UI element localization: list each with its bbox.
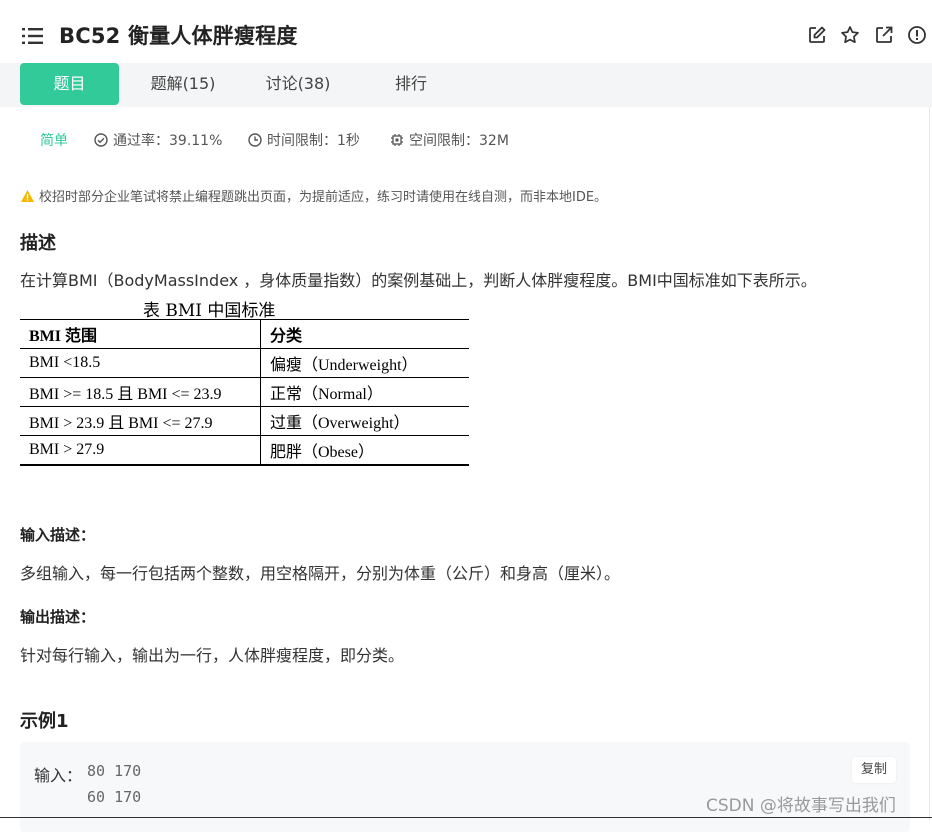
tab-solutions[interactable]: 题解(15) (133, 63, 233, 105)
example-box: 输入： 80 170 60 170 复制 (20, 742, 910, 832)
check-circle-icon (94, 133, 108, 147)
table-cell: 正常（Normal） (260, 377, 469, 407)
watermark: CSDN @将故事写出我们 (706, 796, 896, 816)
exam-notice: 校招时部分企业笔试将禁止编程题跳出页面，为提前适应，练习时请使用在线自测，而非本… (20, 186, 607, 205)
content-border (929, 107, 930, 820)
star-icon[interactable] (840, 25, 860, 45)
tab-discussion[interactable]: 讨论(38) (248, 63, 348, 105)
table-cell: 肥胖（Obese） (260, 435, 469, 466)
table-cell: 过重（Overweight） (260, 406, 469, 436)
pass-rate: 通过率：39.11% (94, 130, 222, 150)
output-desc-heading: 输出描述： (20, 608, 96, 626)
table-row: BMI >= 18.5 且 BMI <= 23.9 正常（Normal） (20, 377, 469, 407)
bmi-table-caption: 表 BMI 中国标准 (143, 301, 276, 321)
share-icon[interactable] (874, 25, 894, 45)
table-header-cell: 分类 (260, 319, 469, 349)
report-icon[interactable] (907, 25, 927, 45)
time-limit-text: 时间限制：1秒 (267, 133, 360, 149)
table-row: BMI > 23.9 且 BMI <= 27.9 过重（Overweight） (20, 406, 469, 436)
table-cell: BMI > 23.9 且 BMI <= 27.9 (20, 406, 261, 436)
edit-icon[interactable] (807, 25, 827, 45)
table-row: BMI > 27.9 肥胖（Obese） (20, 435, 469, 466)
notice-text: 校招时部分企业笔试将禁止编程题跳出页面，为提前适应，练习时请使用在线自测，而非本… (39, 190, 608, 205)
list-menu-icon[interactable] (22, 27, 44, 45)
problem-meta: 简单 通过率：39.11% 时间限制：1秒 空间限制：32M (0, 130, 932, 150)
warning-icon (21, 189, 34, 202)
table-header-row: BMI 范围 分类 (20, 319, 469, 349)
problem-title: BC52 衡量人体胖瘦程度 (59, 24, 298, 48)
example-input-line: 80 170 (87, 762, 142, 780)
difficulty-label: 简单 (40, 133, 68, 149)
bmi-standard-table: BMI 范围 分类 BMI <18.5 偏瘦（Underweight） BMI … (20, 319, 469, 466)
output-desc-text: 针对每行输入，输出为一行，人体胖瘦程度，即分类。 (20, 646, 405, 665)
tab-problem[interactable]: 题目 (20, 63, 119, 105)
table-header-cell: BMI 范围 (20, 319, 261, 349)
space-limit-text: 空间限制：32M (409, 133, 509, 149)
input-desc-heading: 输入描述： (20, 526, 96, 544)
table-row: BMI <18.5 偏瘦（Underweight） (20, 348, 469, 378)
time-limit: 时间限制：1秒 (248, 130, 360, 150)
example-input-line: 60 170 (87, 788, 142, 806)
table-cell: BMI <18.5 (20, 348, 261, 378)
table-cell: BMI > 27.9 (20, 435, 261, 466)
chip-icon (391, 134, 403, 146)
copy-button[interactable]: 复制 (852, 757, 896, 783)
clock-icon (248, 133, 262, 147)
table-cell: 偏瘦（Underweight） (260, 348, 469, 378)
tab-ranking[interactable]: 排行 (361, 63, 461, 105)
example-input-label: 输入： (34, 766, 83, 785)
page-header: BC52 衡量人体胖瘦程度 (0, 0, 932, 64)
description-text: 在计算BMI（BodyMassIndex ，身体质量指数）的案例基础上，判断人体… (20, 271, 817, 290)
space-limit: 空间限制：32M (390, 130, 509, 150)
tab-bar: 题目 题解(15) 讨论(38) 排行 (0, 63, 932, 107)
pass-rate-text: 通过率：39.11% (113, 133, 223, 149)
example-heading: 示例1 (20, 711, 69, 732)
table-cell: BMI >= 18.5 且 BMI <= 23.9 (20, 377, 261, 407)
window-bottom-border (0, 817, 932, 818)
input-desc-text: 多组输入，每一行包括两个整数，用空格隔开，分别为体重（公斤）和身高（厘米）。 (20, 564, 621, 583)
description-heading: 描述 (20, 233, 56, 254)
